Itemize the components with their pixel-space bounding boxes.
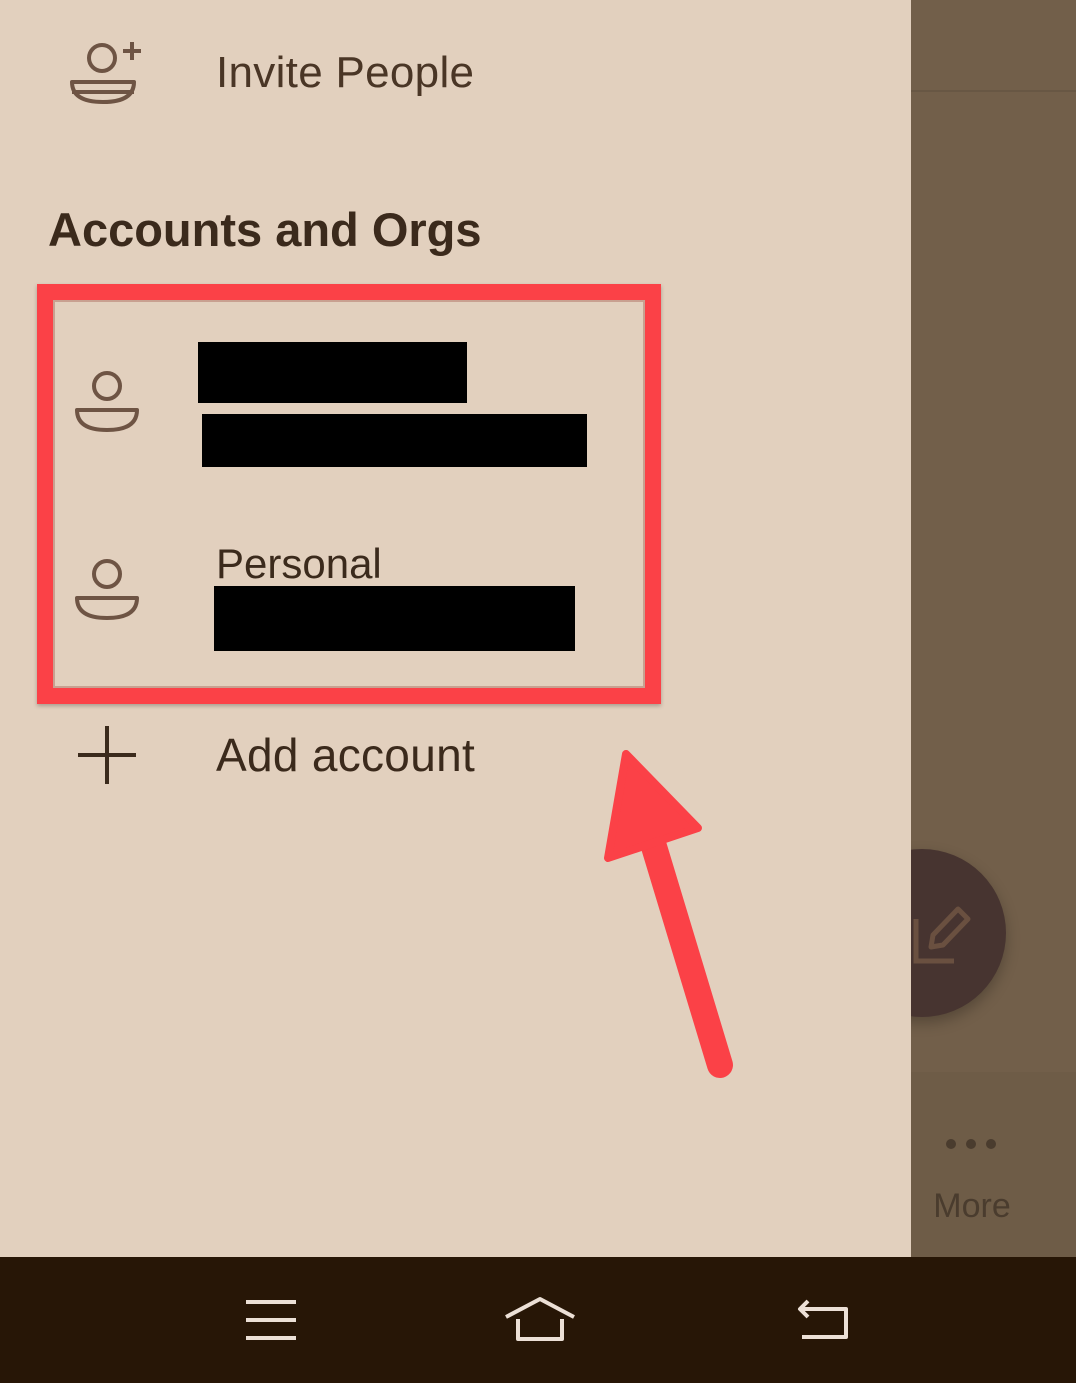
background-bottom-bar (911, 1072, 1076, 1257)
section-title-accounts: Accounts and Orgs (48, 203, 482, 256)
account-name-personal: Personal (216, 540, 382, 587)
compose-icon (913, 906, 971, 964)
invite-people-item[interactable]: Invite People (0, 20, 911, 130)
nav-home-button[interactable] (470, 1257, 610, 1383)
person-icon (75, 559, 139, 620)
redacted-account-email (214, 586, 575, 651)
nav-back-button[interactable] (752, 1257, 892, 1383)
person-add-icon (70, 42, 141, 104)
back-icon (798, 1299, 848, 1339)
more-tab-label[interactable]: More (911, 1187, 1033, 1226)
person-icon (75, 371, 139, 432)
home-icon (505, 1297, 575, 1341)
navigation-drawer: Invite People Accounts and Orgs Personal… (0, 0, 911, 1257)
redacted-account-email (202, 414, 587, 467)
plus-icon (78, 726, 136, 784)
add-account-label: Add account (216, 729, 476, 781)
more-dots-icon[interactable] (945, 1134, 997, 1154)
nav-menu-button[interactable] (200, 1257, 340, 1383)
redacted-account-name (198, 342, 467, 403)
system-nav-bar (0, 1257, 1076, 1383)
invite-people-label: Invite People (216, 48, 475, 97)
menu-icon (246, 1300, 296, 1340)
background-divider (911, 90, 1076, 92)
account-item[interactable] (0, 330, 640, 490)
annotation-arrow (604, 750, 733, 1078)
